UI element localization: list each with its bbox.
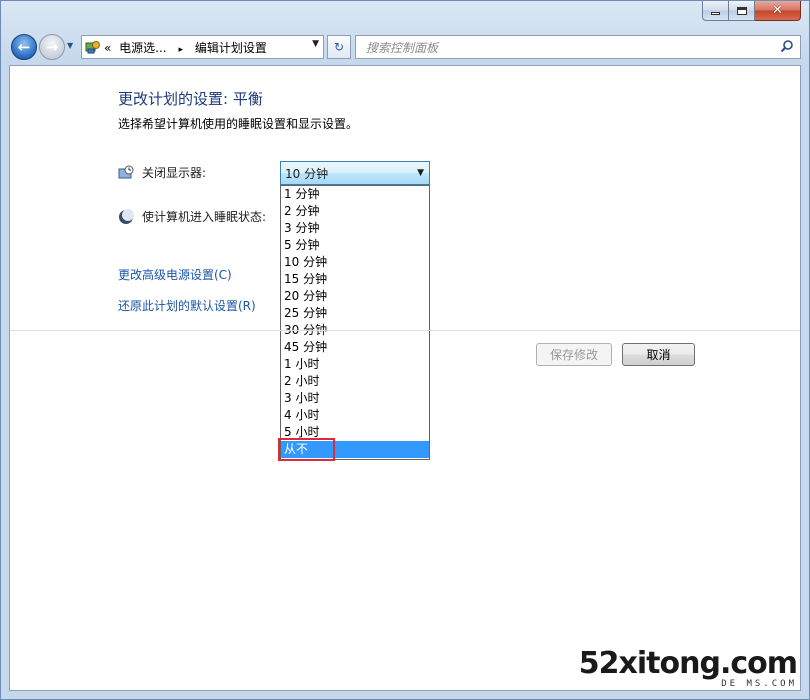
address-path: « 电源选... ▸ 编辑计划设置	[104, 39, 267, 56]
dropdown-option[interactable]: 20 分钟	[281, 288, 429, 305]
monitor-clock-icon	[118, 165, 134, 181]
control-panel-icon	[82, 36, 104, 58]
dropdown-option[interactable]: 2 分钟	[281, 203, 429, 220]
arrow-left-icon: ←	[17, 38, 31, 56]
breadcrumb-separator[interactable]: ▸	[178, 45, 183, 55]
dropdown-option[interactable]: 3 小时	[281, 390, 429, 407]
content-pane: 更改计划的设置: 平衡 选择希望计算机使用的睡眠设置和显示设置。 关闭显示器:	[9, 65, 801, 691]
recent-pages-button[interactable]: ▼	[67, 41, 73, 50]
watermark-main: 52xitong.com	[578, 646, 798, 681]
display-off-value: 10 分钟	[285, 166, 329, 181]
dropdown-option[interactable]: 5 分钟	[281, 237, 429, 254]
dropdown-option[interactable]: 4 小时	[281, 407, 429, 424]
watermark: 52xitong.com DE MS.COM	[578, 646, 798, 690]
dropdown-option[interactable]: 2 小时	[281, 373, 429, 390]
search-box[interactable]: 搜索控制面板	[355, 35, 801, 59]
chevron-down-icon: ▼	[417, 168, 424, 178]
search-icon[interactable]	[780, 39, 794, 56]
window-frame: ✕ ← → ▼ « 电源选... ▸ 编辑计划设置 ▼ ↻ 搜索控制面板 更改计…	[0, 0, 810, 700]
arrow-right-icon: →	[45, 38, 59, 56]
address-bar[interactable]: « 电源选... ▸ 编辑计划设置 ▼	[81, 35, 324, 59]
sleep-label: 使计算机进入睡眠状态:	[142, 210, 267, 224]
advanced-power-settings-link[interactable]: 更改高级电源设置(C)	[118, 266, 232, 283]
navigation-bar: ← → ▼ « 电源选... ▸ 编辑计划设置 ▼ ↻ 搜索控制面板	[9, 31, 801, 63]
divider	[10, 330, 800, 331]
chevron-down-icon: ▼	[67, 41, 74, 50]
save-button[interactable]: 保存修改	[536, 343, 612, 366]
breadcrumb-edit-plan[interactable]: 编辑计划设置	[195, 41, 267, 55]
address-dropdown-icon[interactable]: ▼	[312, 39, 319, 49]
dropdown-option[interactable]: 45 分钟	[281, 339, 429, 356]
dropdown-option[interactable]: 15 分钟	[281, 271, 429, 288]
dropdown-option[interactable]: 1 小时	[281, 356, 429, 373]
display-off-select[interactable]: 10 分钟 ▼	[280, 161, 430, 185]
page-title: 更改计划的设置: 平衡	[118, 90, 263, 108]
display-off-dropdown-list: 1 分钟 2 分钟 3 分钟 5 分钟 10 分钟 15 分钟 20 分钟 25 分钟 30 分…	[280, 185, 430, 460]
dropdown-option[interactable]: 10 分钟	[281, 254, 429, 271]
moon-icon	[118, 208, 134, 225]
refresh-button[interactable]: ↻	[327, 35, 351, 59]
display-off-label: 关闭显示器:	[142, 166, 207, 180]
close-icon: ✕	[772, 3, 783, 18]
display-setting-row: 关闭显示器:	[118, 164, 206, 181]
dropdown-option[interactable]: 1 分钟	[281, 186, 429, 203]
close-button[interactable]: ✕	[755, 1, 801, 21]
sleep-setting-row: 使计算机进入睡眠状态:	[118, 208, 266, 225]
refresh-icon: ↻	[333, 40, 345, 54]
page-description: 选择希望计算机使用的睡眠设置和显示设置。	[118, 117, 359, 131]
forward-button[interactable]: →	[39, 34, 65, 60]
back-button[interactable]: ←	[11, 34, 37, 60]
selection-highlight-box	[278, 438, 335, 461]
minimize-button[interactable]	[702, 1, 729, 21]
dropdown-option[interactable]: 3 分钟	[281, 220, 429, 237]
cancel-button[interactable]: 取消	[622, 343, 695, 366]
caption-buttons: ✕	[702, 1, 801, 21]
search-input[interactable]: 搜索控制面板	[366, 39, 438, 56]
maximize-icon	[736, 6, 747, 15]
address-prefix[interactable]: «	[104, 41, 111, 55]
dropdown-option[interactable]: 25 分钟	[281, 305, 429, 322]
restore-defaults-link[interactable]: 还原此计划的默认设置(R)	[118, 297, 256, 314]
breadcrumb-power-options[interactable]: 电源选...	[119, 41, 166, 55]
maximize-button[interactable]	[729, 1, 755, 21]
minimize-icon	[711, 12, 720, 15]
